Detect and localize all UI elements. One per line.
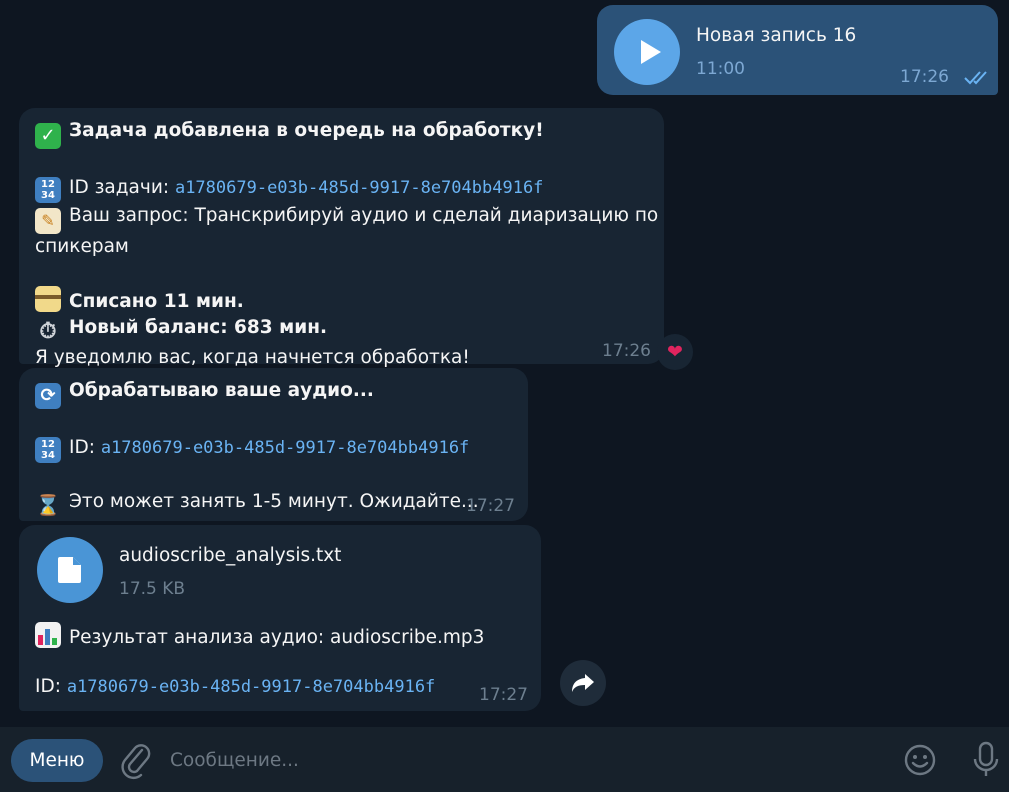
message-composer: Меню (0, 727, 1009, 792)
task-id-value[interactable]: a1780679-e03b-485d-9917-8e704bb4916f (101, 438, 469, 458)
voice-title: Новая запись 16 (696, 25, 857, 46)
file-name[interactable]: audioscribe_analysis.txt (119, 543, 341, 569)
document-icon[interactable] (37, 537, 103, 603)
forward-arrow-icon[interactable] (560, 660, 606, 706)
play-icon[interactable] (614, 19, 680, 85)
message-time: 17:27 (466, 496, 515, 516)
forward-glyph-icon (572, 674, 594, 692)
id-label: ID: (69, 437, 101, 458)
task-id-value[interactable]: a1780679-e03b-485d-9917-8e704bb4916f (175, 178, 543, 198)
check-mark-icon: ✓ (35, 123, 61, 149)
memo-icon: ✎ (35, 208, 61, 234)
task-queued-title: Задача добавлена в очередь на обработку! (69, 120, 544, 141)
numbers-icon: 12 34 (35, 177, 61, 203)
task-id-value[interactable]: a1780679-e03b-485d-9917-8e704bb4916f (67, 677, 435, 697)
balance-text: Новый баланс: 683 мин. (69, 317, 328, 338)
paperclip-icon[interactable] (118, 740, 154, 780)
request-text-continued: спикерам (35, 236, 129, 257)
message-input[interactable] (170, 741, 870, 779)
menu-button[interactable]: Меню (11, 739, 103, 782)
bar-chart-icon (35, 622, 61, 648)
result-text: Результат анализа аудио: audioscribe.mp3 (69, 627, 485, 648)
numbers-icon: 12 34 (35, 437, 61, 463)
wait-text: Это может занять 1-5 минут. Ожидайте... (69, 491, 479, 512)
file-size: 17.5 KB (119, 579, 186, 599)
refresh-icon: ⟳ (35, 383, 61, 409)
file-glyph-icon (58, 557, 81, 583)
heart-reaction-icon[interactable]: ❤ (657, 334, 693, 370)
id-label: ID: (35, 676, 67, 697)
request-text: Ваш запрос: Транскрибируй аудио и сделай… (69, 205, 659, 226)
hourglass-icon: ⌛ (35, 493, 61, 517)
credit-card-icon (35, 286, 61, 312)
processing-title: Обрабатываю ваше аудио... (69, 380, 374, 401)
chat-area: Новая запись 16 11:00 17:26 ✓ Задача доба… (0, 0, 1009, 727)
message-time: 17:26 (900, 67, 949, 87)
message-time: 17:26 (602, 341, 651, 361)
double-check-icon (964, 71, 987, 85)
processing-message[interactable]: ⟳ Обрабатываю ваше аудио... 12 34 ID: a1780… (19, 368, 528, 521)
task-id-label: ID задачи: (69, 177, 175, 198)
task-queued-message[interactable]: ✓ Задача добавлена в очередь на обработку… (19, 108, 664, 368)
smiley-icon[interactable] (902, 742, 938, 778)
microphone-icon[interactable] (971, 740, 1001, 780)
voice-duration: 11:00 (696, 59, 745, 79)
message-time: 17:27 (479, 685, 528, 705)
charged-text: Списано 11 мин. (69, 291, 244, 312)
stopwatch-icon: ⏱ (39, 319, 57, 344)
outgoing-voice-message[interactable]: Новая запись 16 11:00 17:26 (597, 5, 998, 95)
file-message[interactable]: audioscribe_analysis.txt 17.5 KB Результ… (19, 525, 541, 711)
